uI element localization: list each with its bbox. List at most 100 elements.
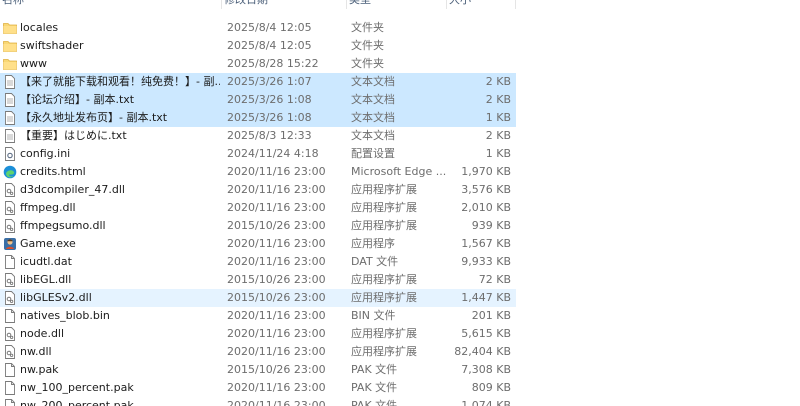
file-row[interactable]: config.ini 2024/11/24 4:18 配置设置 1 KB [0, 145, 516, 163]
blank-file-icon [3, 399, 17, 406]
file-date-modified: 2025/3/26 1:08 [227, 93, 312, 106]
file-row[interactable]: node.dll 2020/11/16 23:00 应用程序扩展 5,615 KB [0, 325, 516, 343]
file-name: 【永久地址发布页】- 副本.txt [20, 111, 168, 124]
blank-file-icon [3, 363, 17, 377]
file-size [450, 55, 511, 73]
file-row[interactable]: libEGL.dll 2015/10/26 23:00 应用程序扩展 72 KB [0, 271, 516, 289]
file-row[interactable]: icudtl.dat 2020/11/16 23:00 DAT 文件 9,933 KB [0, 253, 516, 271]
file-name: libEGL.dll [20, 273, 72, 286]
file-type: 应用程序 [351, 237, 395, 250]
file-type: 应用程序扩展 [351, 327, 417, 340]
file-row[interactable]: libGLESv2.dll 2015/10/26 23:00 应用程序扩展 1,447… [0, 289, 516, 307]
folder-icon [3, 21, 17, 35]
file-name: 【重要】はじめに.txt [20, 129, 127, 142]
file-name: icudtl.dat [20, 255, 72, 268]
text-file-icon [3, 93, 17, 107]
file-row[interactable]: ffmpegsumo.dll 2015/10/26 23:00 应用程序扩展 939 … [0, 217, 516, 235]
file-date-modified: 2020/11/16 23:00 [227, 183, 326, 196]
file-type: 配置设置 [351, 147, 395, 160]
folder-icon [3, 57, 17, 71]
dll-file-icon [3, 183, 17, 197]
file-row[interactable]: nw_200_percent.pak 2020/11/16 23:00 PAK 文件… [0, 397, 516, 406]
file-row[interactable]: 【来了就能下载和观看！纯免费！】- 副... 2025/3/26 1:07 文本文档… [0, 73, 516, 91]
file-size: 1,567 KB [461, 237, 511, 250]
file-name: locales [20, 21, 59, 34]
file-row[interactable]: nw.pak 2015/10/26 23:00 PAK 文件 7,308 KB [0, 361, 516, 379]
file-row[interactable]: nw.dll 2020/11/16 23:00 应用程序扩展 82,404 KB [0, 343, 516, 361]
file-name: nw.pak [20, 363, 59, 376]
dll-file-icon [3, 291, 17, 305]
file-row[interactable]: Game.exe 2020/11/16 23:00 应用程序 1,567 KB [0, 235, 516, 253]
file-type: 应用程序扩展 [351, 201, 417, 214]
file-row[interactable]: 【永久地址发布页】- 副本.txt 2025/3/26 1:08 文本文档 1 KB [0, 109, 516, 127]
blank-file-icon [3, 381, 17, 395]
file-row[interactable]: 【重要】はじめに.txt 2025/8/3 12:33 文本文档 2 KB [0, 127, 516, 145]
edge-icon [3, 165, 17, 179]
file-date-modified: 2015/10/26 23:00 [227, 219, 326, 232]
file-date-modified: 2025/3/26 1:07 [227, 75, 312, 88]
file-row[interactable]: d3dcompiler_47.dll 2020/11/16 23:00 应用程序扩展… [0, 181, 516, 199]
folder-icon [3, 39, 17, 53]
file-size: 9,933 KB [461, 255, 511, 268]
file-row[interactable]: www 2025/8/28 15:22 文件夹 [0, 55, 516, 73]
column-header-date[interactable]: 修改日期 [222, 0, 347, 9]
file-date-modified: 2020/11/16 23:00 [227, 399, 326, 406]
file-row[interactable]: credits.html 2020/11/16 23:00 Microsoft Ed… [0, 163, 516, 181]
file-row[interactable]: 【论坛介绍】- 副本.txt 2025/3/26 1:08 文本文档 2 KB [0, 91, 516, 109]
file-explorer: 名称 修改日期 类型 大小 locales2025/8/4 12:05文件夹sw… [0, 0, 800, 406]
file-date-modified: 2025/3/26 1:08 [227, 111, 312, 124]
file-name: Game.exe [20, 237, 76, 250]
file-type: 应用程序扩展 [351, 291, 417, 304]
file-size: 3,576 KB [461, 183, 511, 196]
file-size: 201 KB [471, 309, 511, 322]
file-type: 文本文档 [351, 111, 395, 124]
column-header: 名称 修改日期 类型 大小 [0, 0, 516, 9]
file-name: d3dcompiler_47.dll [20, 183, 125, 196]
file-size: 1,074 KB [461, 399, 511, 406]
file-row[interactable]: swiftshader 2025/8/4 12:05 文件夹 [0, 37, 516, 55]
file-size: 2 KB [485, 129, 511, 142]
text-file-icon [3, 75, 17, 89]
file-type: BIN 文件 [351, 309, 396, 322]
file-row[interactable]: ffmpeg.dll 2020/11/16 23:00 应用程序扩展 2,010 KB [0, 199, 516, 217]
file-name: swiftshader [20, 39, 84, 52]
file-name: www [20, 57, 47, 70]
dll-file-icon [3, 201, 17, 215]
file-type: Microsoft Edge ... [351, 165, 447, 178]
file-name: 【来了就能下载和观看！纯免费！】- 副... [20, 75, 220, 88]
file-size: 1 KB [485, 147, 511, 160]
file-type: 应用程序扩展 [351, 345, 417, 358]
dll-file-icon [3, 219, 17, 233]
file-date-modified: 2020/11/16 23:00 [227, 381, 326, 394]
column-header-size[interactable]: 大小 [447, 0, 516, 9]
file-date-modified: 2015/10/26 23:00 [227, 273, 326, 286]
file-size: 72 KB [478, 273, 511, 286]
file-name: natives_blob.bin [20, 309, 110, 322]
file-row[interactable]: locales 2025/8/4 12:05 文件夹 [0, 19, 516, 37]
file-name: credits.html [20, 165, 86, 178]
file-date-modified: 2020/11/16 23:00 [227, 345, 326, 358]
file-size: 939 KB [471, 219, 511, 232]
dll-file-icon [3, 327, 17, 341]
file-type: 应用程序扩展 [351, 183, 417, 196]
file-date-modified: 2025/8/3 12:33 [227, 129, 312, 142]
file-name: ffmpeg.dll [20, 201, 76, 214]
file-date-modified: 2020/11/16 23:00 [227, 255, 326, 268]
game-exe-icon [3, 237, 17, 251]
file-date-modified: 2020/11/16 23:00 [227, 327, 326, 340]
file-size: 1,447 KB [461, 291, 511, 304]
blank-file-icon [3, 255, 17, 269]
file-type: PAK 文件 [351, 399, 398, 406]
file-row[interactable]: nw_100_percent.pak 2020/11/16 23:00 PAK 文件… [0, 379, 516, 397]
file-name: 【论坛介绍】- 副本.txt [20, 93, 135, 106]
file-date-modified: 2025/8/4 12:05 [227, 21, 312, 34]
column-header-type[interactable]: 类型 [347, 0, 447, 9]
column-header-name[interactable]: 名称 [0, 0, 222, 9]
dll-file-icon [3, 273, 17, 287]
file-type: 文件夹 [351, 39, 384, 52]
file-size: 7,308 KB [461, 363, 511, 376]
file-row[interactable]: natives_blob.bin 2020/11/16 23:00 BIN 文件 20… [0, 307, 516, 325]
file-size: 2 KB [485, 93, 511, 106]
text-file-icon [3, 129, 17, 143]
file-name: nw.dll [20, 345, 52, 358]
